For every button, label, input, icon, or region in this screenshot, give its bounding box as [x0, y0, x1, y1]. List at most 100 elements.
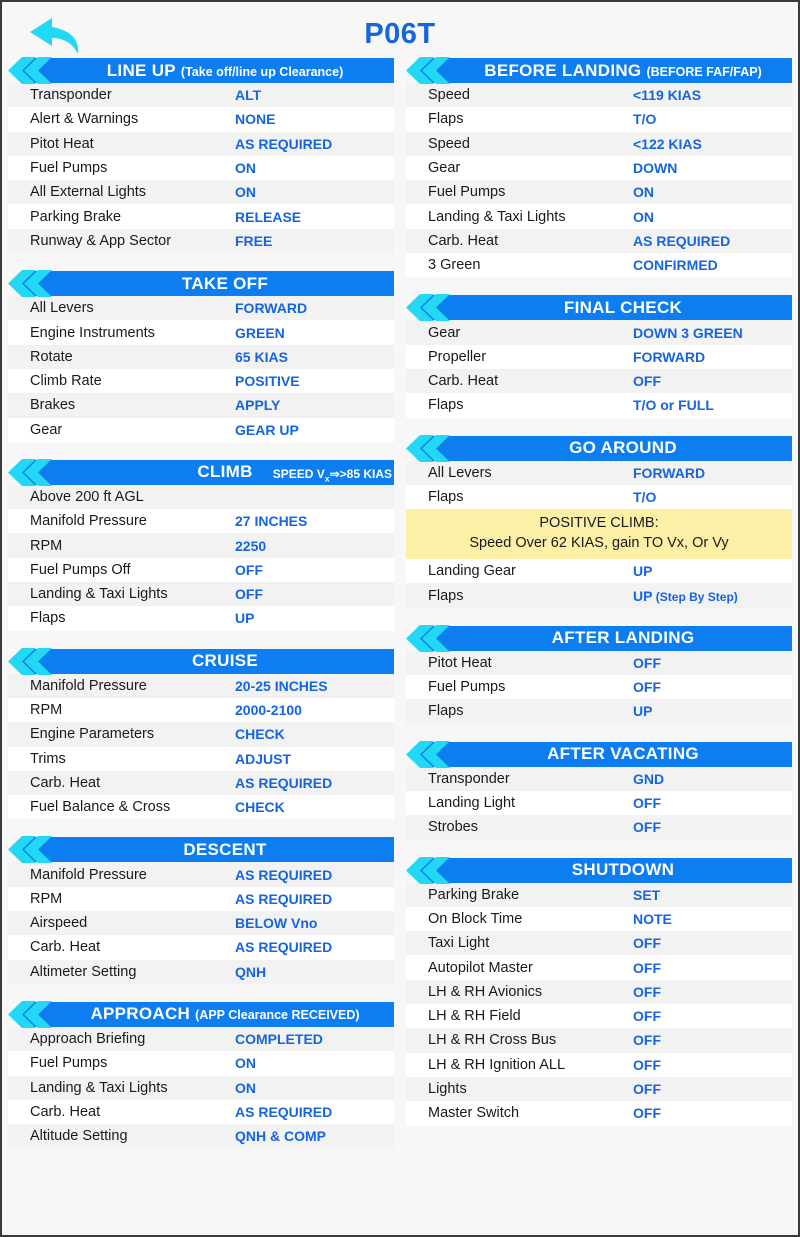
section-header-descent[interactable]: DESCENT [8, 836, 394, 864]
item-label: On Block Time [428, 910, 523, 927]
checklist-row[interactable]: Speed <119 KIAS [406, 83, 792, 108]
item-value-main: OFF [633, 1081, 661, 1098]
checklist-row[interactable]: Altimeter Setting QNH [8, 959, 394, 984]
checklist-row[interactable]: Fuel Pumps Off OFF [8, 557, 394, 583]
checklist-row[interactable]: Parking Brake SET [406, 882, 792, 907]
checklist-row[interactable]: Lights OFF [406, 1076, 792, 1102]
section-header-take-off[interactable]: TAKE OFF [8, 270, 394, 298]
item-value-main: AS REQUIRED [235, 1103, 333, 1120]
checklist-row[interactable]: All External Lights ON [8, 180, 394, 205]
checklist-row[interactable]: LH & RH Avionics OFF [406, 979, 792, 1005]
checklist-row[interactable]: Carb. Heat AS REQUIRED [8, 935, 394, 960]
checklist-row[interactable]: Manifold Pressure 20-25 INCHES [8, 673, 394, 698]
checklist-row[interactable]: Landing Light OFF [406, 790, 792, 816]
checklist-row[interactable]: Carb. Heat AS REQUIRED [8, 770, 394, 796]
checklist-row[interactable]: Master Switch OFF [406, 1101, 792, 1126]
checklist-row[interactable]: Gear GEAR UP [8, 417, 394, 442]
checklist-row[interactable]: Transponder GND [406, 766, 792, 791]
checklist-row[interactable]: Brakes APPLY [8, 393, 394, 418]
checklist-row[interactable]: 3 Green CONFIRMED [406, 253, 792, 278]
checklist-row[interactable]: Parking Brake RELEASE [8, 204, 394, 229]
item-label: Fuel Pumps [30, 1055, 108, 1072]
item-value: AS REQUIRED [235, 891, 388, 907]
checklist-row[interactable]: LH & RH Field OFF [406, 1004, 792, 1029]
checklist-row[interactable]: Landing & Taxi Lights ON [8, 1075, 394, 1100]
section-header-shutdown[interactable]: SHUTDOWN [406, 856, 792, 884]
section-header-final-check[interactable]: FINAL CHECK [406, 294, 792, 322]
checklist-row[interactable]: Pitot Heat AS REQUIRED [8, 131, 394, 156]
checklist-row[interactable]: Autopilot Master OFF [406, 955, 792, 980]
section-subtitle: (BEFORE FAF/FAP) [646, 64, 762, 79]
item-label: Fuel Balance & Cross [30, 799, 171, 816]
checklist-row[interactable]: All Levers FORWARD [8, 296, 394, 321]
checklist-row[interactable]: Flaps UP (Step By Step) [406, 583, 792, 608]
section-rows: Pitot Heat OFF Fuel Pumps OFF Flaps UP [406, 650, 792, 724]
section-header-climb[interactable]: CLIMB SPEED Vx⇒>85 KIAS [8, 458, 394, 486]
checklist-row[interactable]: Landing Gear UP [406, 559, 792, 584]
checklist-row[interactable]: Fuel Pumps ON [406, 180, 792, 205]
checklist-row[interactable]: Manifold Pressure 27 INCHES [8, 509, 394, 534]
section-header-line-up[interactable]: LINE UP (Take off/line up Clearance) [8, 57, 394, 84]
checklist-row[interactable]: Pitot Heat OFF [406, 650, 792, 676]
checklist-row[interactable]: Rotate 65 KIAS [8, 344, 394, 369]
checklist-row[interactable]: Flaps UP [8, 606, 394, 631]
checklist-row[interactable]: Carb. Heat AS REQUIRED [8, 1099, 394, 1125]
item-value: ON [633, 184, 786, 200]
item-value-main: OFF [633, 819, 661, 836]
checklist-row[interactable]: Landing & Taxi Lights ON [406, 204, 792, 229]
checklist-row[interactable]: LH & RH Ignition ALL OFF [406, 1052, 792, 1077]
checklist-row[interactable]: Approach Briefing COMPLETED [8, 1026, 394, 1052]
section-header-go-around[interactable]: GO AROUND [406, 434, 792, 462]
section-header-before-landing[interactable]: BEFORE LANDING (BEFORE FAF/FAP) [406, 57, 792, 84]
item-label: Transponder [30, 87, 112, 104]
checklist-row[interactable]: Trims ADJUST [8, 746, 394, 771]
checklist-row[interactable]: Gear DOWN [406, 155, 792, 181]
checklist-section-descent: DESCENT Manifold Pressure AS REQUIRED RPM AS… [8, 836, 394, 984]
section-rows: All Levers FORWARD Engine Instruments GREEN… [8, 296, 394, 442]
item-value: NONE [235, 111, 388, 127]
item-value-main: OFF [633, 373, 661, 390]
checklist-row[interactable]: Flaps T/O or FULL [406, 393, 792, 418]
section-header-after-landing[interactable]: AFTER LANDING [406, 624, 792, 652]
item-label: RPM [30, 537, 63, 554]
section-header-approach[interactable]: APPROACH (APP Clearance RECEIVED) [8, 1000, 394, 1028]
checklist-row[interactable]: Carb. Heat AS REQUIRED [406, 228, 792, 254]
checklist-row[interactable]: Fuel Balance & Cross CHECK [8, 795, 394, 820]
checklist-row[interactable]: Climb Rate POSITIVE [8, 368, 394, 394]
checklist-row[interactable]: Transponder ALT [8, 83, 394, 108]
checklist-row[interactable]: RPM 2250 [8, 533, 394, 558]
item-value: UP [633, 563, 786, 579]
section-header-cruise[interactable]: CRUISE [8, 647, 394, 675]
section-header-after-vacating[interactable]: AFTER VACATING [406, 740, 792, 768]
checklist-row[interactable]: Speed <122 KIAS [406, 131, 792, 156]
checklist-row[interactable]: Engine Instruments GREEN [8, 320, 394, 345]
checklist-row[interactable]: Runway & App Sector FREE [8, 228, 394, 254]
checklist-row[interactable]: RPM AS REQUIRED [8, 886, 394, 912]
checklist-row[interactable]: LH & RH Cross Bus OFF [406, 1028, 792, 1053]
checklist-row[interactable]: Flaps UP [406, 699, 792, 724]
checklist-row[interactable]: Engine Parameters CHECK [8, 722, 394, 747]
checklist-row[interactable]: Gear DOWN 3 GREEN [406, 320, 792, 345]
item-value-main: T/O or FULL [633, 397, 714, 414]
checklist-row[interactable]: Above 200 ft AGL [8, 484, 394, 510]
checklist-row[interactable]: Flaps T/O [406, 107, 792, 132]
checklist-row[interactable]: Altitude Setting QNH & COMP [8, 1124, 394, 1149]
checklist-row[interactable]: Fuel Pumps ON [8, 1051, 394, 1076]
checklist-row[interactable]: Landing & Taxi Lights OFF [8, 582, 394, 607]
item-value-main: UP [633, 703, 653, 720]
checklist-row[interactable]: Taxi Light OFF [406, 931, 792, 956]
item-label: Landing & Taxi Lights [30, 1079, 168, 1096]
checklist-row[interactable]: Flaps T/O [406, 484, 792, 510]
checklist-row[interactable]: Alert & Warnings NONE [8, 107, 394, 132]
checklist-row[interactable]: Airspeed BELOW Vno [8, 911, 394, 936]
checklist-row[interactable]: All Levers FORWARD [406, 460, 792, 485]
checklist-row[interactable]: On Block Time NOTE [406, 906, 792, 932]
checklist-row[interactable]: Carb. Heat OFF [406, 368, 792, 394]
checklist-row[interactable]: Manifold Pressure AS REQUIRED [8, 862, 394, 887]
item-value: AS REQUIRED [235, 1104, 388, 1120]
checklist-row[interactable]: Strobes OFF [406, 815, 792, 840]
checklist-row[interactable]: Fuel Pumps OFF [406, 675, 792, 700]
checklist-row[interactable]: RPM 2000-2100 [8, 697, 394, 723]
checklist-row[interactable]: Fuel Pumps ON [8, 155, 394, 181]
checklist-row[interactable]: Propeller FORWARD [406, 344, 792, 369]
